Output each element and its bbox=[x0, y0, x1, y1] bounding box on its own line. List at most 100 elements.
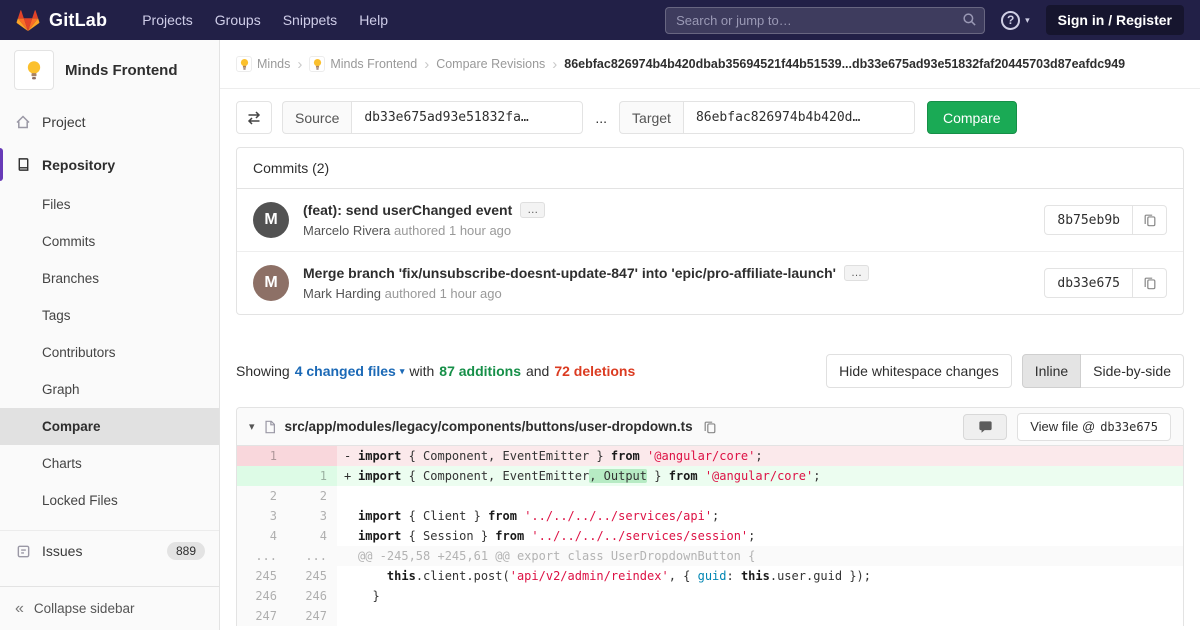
sidebar-item-graph[interactable]: Graph bbox=[0, 371, 219, 408]
code-token: import bbox=[358, 529, 402, 543]
diff-line-code: import { Client } from '../../../../serv… bbox=[337, 506, 1183, 526]
collapse-diff-icon[interactable]: ▾ bbox=[249, 420, 255, 433]
commit-author-link[interactable]: Marcelo Rivera bbox=[303, 223, 390, 238]
side-by-side-view-button[interactable]: Side-by-side bbox=[1081, 354, 1184, 388]
collapse-sidebar-button[interactable]: « Collapse sidebar bbox=[0, 586, 219, 630]
code-token: ; bbox=[748, 529, 756, 543]
old-line-number[interactable]: ... bbox=[237, 546, 287, 566]
commit-title-link[interactable]: (feat): send userChanged event bbox=[303, 202, 512, 218]
global-search bbox=[665, 6, 986, 34]
copy-commit-sha-button[interactable] bbox=[1133, 268, 1167, 298]
breadcrumb-link[interactable]: Minds bbox=[236, 56, 290, 72]
navbar-link-help[interactable]: Help bbox=[348, 6, 399, 34]
sidebar-item-files[interactable]: Files bbox=[0, 186, 219, 223]
sidebar-item-issues[interactable]: Issues 889 bbox=[0, 530, 219, 571]
sidebar-item-charts[interactable]: Charts bbox=[0, 445, 219, 482]
old-line-number[interactable]: 3 bbox=[237, 506, 287, 526]
new-line-number[interactable]: 2 bbox=[287, 486, 337, 506]
code-token: this bbox=[386, 569, 416, 583]
diff-file-path[interactable]: src/app/modules/legacy/components/button… bbox=[285, 419, 693, 434]
sidebar-item-compare[interactable]: Compare bbox=[0, 408, 219, 445]
breadcrumb-links: Minds › Minds Frontend › Compare Revisions › bbox=[236, 56, 564, 72]
code-token: { Session } bbox=[401, 529, 496, 543]
old-line-number[interactable]: 2 bbox=[237, 486, 287, 506]
sidebar-item-repository[interactable]: Repository bbox=[0, 143, 219, 186]
commit-sha-link[interactable]: 8b75eb9b bbox=[1044, 205, 1133, 235]
commit-toggle-description-button[interactable]: … bbox=[520, 202, 546, 218]
changed-files-dropdown[interactable]: 4 changed files ▾ bbox=[295, 363, 405, 379]
code-token: import bbox=[358, 449, 402, 463]
new-line-number[interactable]: 247 bbox=[287, 606, 337, 626]
sign-in-button[interactable]: Sign in / Register bbox=[1045, 5, 1184, 35]
breadcrumb-separator-icon: › bbox=[297, 55, 303, 73]
code-token: .client.post( bbox=[415, 569, 510, 583]
code-token: .user.guid }); bbox=[769, 569, 872, 583]
navbar-link-groups[interactable]: Groups bbox=[204, 6, 272, 34]
new-line-number[interactable]: 4 bbox=[287, 526, 337, 546]
sidebar-item-project[interactable]: Project bbox=[0, 100, 219, 143]
toggle-comments-button[interactable] bbox=[963, 413, 1008, 440]
code-token: @@ -245,58 +245,61 @@ export class UserD… bbox=[358, 549, 756, 563]
commit-author-link[interactable]: Mark Harding bbox=[303, 286, 381, 301]
sidebar-item-locked-files[interactable]: Locked Files bbox=[0, 482, 219, 519]
breadcrumb-link[interactable]: Compare Revisions bbox=[436, 57, 545, 71]
new-line-number[interactable]: 245 bbox=[287, 566, 337, 586]
new-line-number[interactable]: 1 bbox=[287, 466, 337, 486]
old-line-number[interactable]: 4 bbox=[237, 526, 287, 546]
user-avatar[interactable]: M bbox=[253, 202, 289, 238]
code-token: from bbox=[610, 449, 640, 463]
sidebar-nav: Project Repository Files Commits Branches T… bbox=[0, 100, 219, 571]
user-avatar[interactable]: M bbox=[253, 265, 289, 301]
navbar-link-projects[interactable]: Projects bbox=[131, 6, 204, 34]
breadcrumb-separator-icon: › bbox=[552, 55, 558, 73]
help-menu[interactable]: ? ▾ bbox=[1001, 10, 1030, 30]
diff-line-context: 245 245 this.client.post('api/v2/admin/re… bbox=[237, 566, 1183, 586]
copy-file-path-button[interactable] bbox=[701, 418, 719, 436]
showing-label: Showing bbox=[236, 363, 290, 379]
code-token: '@angular/core' bbox=[647, 449, 756, 463]
new-line-number[interactable] bbox=[287, 446, 337, 466]
copy-commit-sha-button[interactable] bbox=[1133, 205, 1167, 235]
old-line-number[interactable] bbox=[237, 466, 287, 486]
old-line-number[interactable]: 1 bbox=[237, 446, 287, 466]
old-line-number[interactable]: 245 bbox=[237, 566, 287, 586]
diff-line-context: 4 4 import { Session } from '../../../../s… bbox=[237, 526, 1183, 546]
home-icon bbox=[14, 114, 32, 130]
sidebar-item-contributors[interactable]: Contributors bbox=[0, 334, 219, 371]
new-line-number[interactable]: 3 bbox=[287, 506, 337, 526]
new-line-number[interactable]: ... bbox=[287, 546, 337, 566]
commit-meta-text: authored 1 hour ago bbox=[394, 223, 512, 238]
source-ref-dropdown[interactable]: db33e675ad93e51832fa… bbox=[351, 101, 584, 134]
repository-subnav: Files Commits Branches Tags Contributors Grap… bbox=[0, 186, 219, 519]
navbar-link-snippets[interactable]: Snippets bbox=[272, 6, 348, 34]
hide-whitespace-button[interactable]: Hide whitespace changes bbox=[826, 354, 1012, 388]
inline-view-button[interactable]: Inline bbox=[1021, 354, 1082, 388]
sidebar-item-tags[interactable]: Tags bbox=[0, 297, 219, 334]
old-line-number[interactable]: 247 bbox=[237, 606, 287, 626]
view-file-button[interactable]: View file @ db33e675 bbox=[1017, 412, 1171, 441]
breadcrumb-label: Compare Revisions bbox=[436, 57, 546, 71]
commit-sha-link[interactable]: db33e675 bbox=[1044, 268, 1133, 298]
breadcrumb-link[interactable]: Minds Frontend bbox=[309, 56, 417, 72]
issues-count-badge: 889 bbox=[166, 542, 205, 560]
compare-button[interactable]: Compare bbox=[926, 101, 1017, 134]
search-input[interactable] bbox=[665, 6, 986, 34]
sidebar-item-commits[interactable]: Commits bbox=[0, 223, 219, 260]
new-line-number[interactable]: 246 bbox=[287, 586, 337, 606]
sidebar-item-branches[interactable]: Branches bbox=[0, 260, 219, 297]
project-name: Minds Frontend bbox=[65, 61, 178, 79]
target-ref-dropdown[interactable]: 86ebfac826974b4b420d… bbox=[682, 101, 915, 134]
old-line-number[interactable]: 246 bbox=[237, 586, 287, 606]
commit-title-link[interactable]: Merge branch 'fix/unsubscribe-doesnt-upd… bbox=[303, 265, 836, 281]
diff-line-added: 1 + import { Component, EventEmitter, Outp… bbox=[237, 466, 1183, 486]
commit-toggle-description-button[interactable]: … bbox=[843, 265, 869, 281]
code-token: '../../../../services/api' bbox=[524, 509, 713, 523]
project-context-header[interactable]: Minds Frontend bbox=[0, 40, 219, 100]
code-token: { Component, EventEmitter bbox=[401, 469, 590, 483]
view-file-sha: db33e675 bbox=[1100, 419, 1158, 434]
help-icon: ? bbox=[1001, 10, 1021, 30]
gitlab-home-link[interactable]: GitLab bbox=[16, 9, 107, 32]
sidebar-item-label: Issues bbox=[42, 543, 83, 559]
swap-revisions-button[interactable] bbox=[236, 101, 272, 134]
